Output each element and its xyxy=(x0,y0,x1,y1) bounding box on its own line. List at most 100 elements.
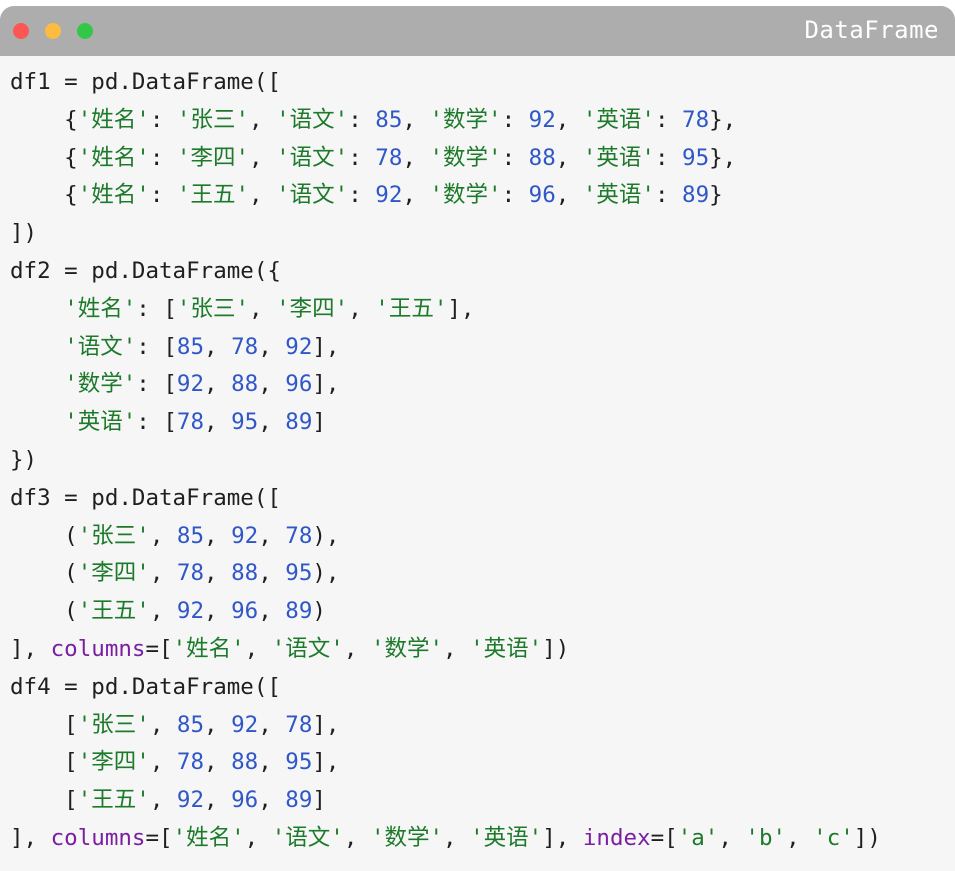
keyword-arg: columns xyxy=(50,635,146,662)
code-text: , xyxy=(258,409,286,436)
string-literal: '英语' xyxy=(582,106,655,133)
code-line: }) xyxy=(10,442,881,480)
code-text: , xyxy=(204,409,232,436)
code-text: : xyxy=(348,106,376,133)
string-literal: '姓名' xyxy=(77,144,150,171)
code-text: , xyxy=(149,522,177,549)
code-text: =[ xyxy=(145,635,173,662)
number-literal: 92 xyxy=(176,371,205,398)
code-text: { xyxy=(10,182,78,209)
code-text: [ xyxy=(10,787,78,814)
code-text: df4 = pd.DataFrame([ xyxy=(10,673,281,700)
code-text: , xyxy=(149,598,177,625)
string-literal: '王五' xyxy=(375,295,448,322)
code-text: , xyxy=(244,824,272,851)
code-text: =[ xyxy=(145,824,173,851)
code-text: { xyxy=(10,106,78,133)
string-literal: '王五' xyxy=(77,598,150,625)
code-text: df3 = pd.DataFrame([ xyxy=(10,484,281,511)
string-literal: '数学' xyxy=(429,182,502,209)
code-text: : [ xyxy=(136,333,177,360)
code-text: , xyxy=(348,295,376,322)
string-literal: '姓名' xyxy=(64,295,137,322)
code-text: , xyxy=(402,182,430,209)
string-literal: '语文' xyxy=(276,182,349,209)
code-text: , xyxy=(443,824,471,851)
code-text: , xyxy=(443,635,471,662)
keyword-arg: index xyxy=(582,824,651,851)
string-literal: '英语' xyxy=(64,409,137,436)
code-text: , xyxy=(343,635,371,662)
string-literal: 'c' xyxy=(813,824,854,851)
code-text: : xyxy=(149,182,177,209)
code-text: , xyxy=(258,598,286,625)
code-text: , xyxy=(204,333,232,360)
code-text: : [ xyxy=(136,409,177,436)
code-text: , xyxy=(204,711,232,738)
string-literal: '王五' xyxy=(77,787,150,814)
number-literal: 92 xyxy=(176,598,205,625)
string-literal: '姓名' xyxy=(77,106,150,133)
code-text: , xyxy=(258,749,286,776)
minimize-window-button[interactable] xyxy=(45,23,61,39)
code-line: ['张三', 85, 92, 78], xyxy=(10,707,881,745)
code-text: , xyxy=(786,824,814,851)
code-text: ) xyxy=(312,598,326,625)
number-literal: 78 xyxy=(176,749,205,776)
number-literal: 85 xyxy=(176,333,205,360)
code-line: df1 = pd.DataFrame([ xyxy=(10,64,881,102)
string-literal: '语文' xyxy=(276,144,349,171)
code-text: df2 = pd.DataFrame({ xyxy=(10,257,281,284)
number-literal: 88 xyxy=(231,560,259,587)
code-line: '英语': [78, 95, 89] xyxy=(10,404,881,442)
number-literal: 96 xyxy=(231,598,259,625)
string-literal: '李四' xyxy=(77,560,150,587)
code-text: , xyxy=(718,824,746,851)
code-text: =[ xyxy=(650,824,678,851)
code-text: ( xyxy=(10,560,78,587)
string-literal: '张三' xyxy=(176,295,250,322)
close-window-button[interactable] xyxy=(13,23,29,39)
number-literal: 95 xyxy=(682,144,710,171)
number-literal: 88 xyxy=(528,144,556,171)
code-text: , xyxy=(149,787,177,814)
code-text: [ xyxy=(10,749,78,776)
code-text: , xyxy=(343,824,371,851)
code-text: , xyxy=(204,560,232,587)
number-literal: 78 xyxy=(375,144,403,171)
number-literal: 78 xyxy=(176,560,205,587)
number-literal: 78 xyxy=(176,409,205,436)
code-line: df2 = pd.DataFrame({ xyxy=(10,253,881,291)
number-literal: 85 xyxy=(176,711,205,738)
number-literal: 92 xyxy=(176,787,205,814)
string-literal: '语文' xyxy=(271,635,344,662)
title-bar: DataFrame xyxy=(0,6,955,56)
code-text: : xyxy=(501,182,529,209)
string-literal: '英语' xyxy=(582,182,655,209)
string-literal: '姓名' xyxy=(77,182,150,209)
number-literal: 96 xyxy=(528,182,556,209)
code-text: : [ xyxy=(136,295,177,322)
string-literal: '语文' xyxy=(276,106,349,133)
code-text: , xyxy=(244,635,272,662)
string-literal: '李四' xyxy=(276,295,349,322)
code-text: : [ xyxy=(136,371,177,398)
code-text: ], xyxy=(312,749,340,776)
string-literal: '数学' xyxy=(64,371,137,398)
number-literal: 89 xyxy=(682,182,710,209)
maximize-window-button[interactable] xyxy=(77,23,93,39)
code-text: ], xyxy=(312,371,340,398)
code-text: ] xyxy=(312,787,326,814)
code-text: ]) xyxy=(542,635,570,662)
number-literal: 92 xyxy=(231,711,259,738)
code-text: , xyxy=(149,560,177,587)
string-literal: '张三' xyxy=(176,106,250,133)
window-title: DataFrame xyxy=(804,16,939,44)
keyword-arg: columns xyxy=(50,824,146,851)
code-text: : xyxy=(149,106,177,133)
code-text: ]) xyxy=(853,824,881,851)
code-text: df1 = pd.DataFrame([ xyxy=(10,69,281,95)
